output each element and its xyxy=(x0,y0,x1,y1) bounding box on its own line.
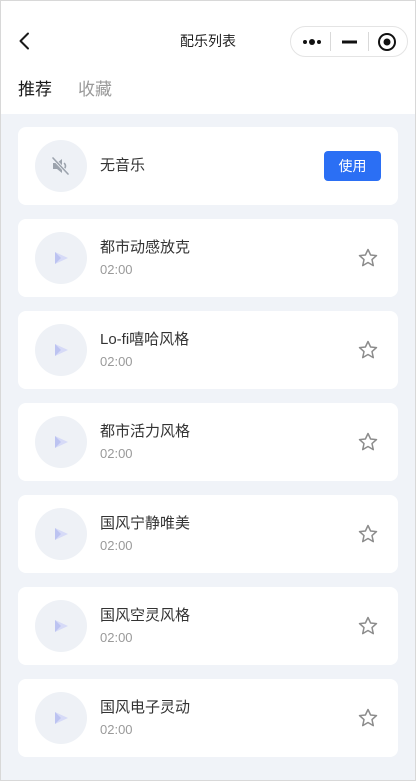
play-icon xyxy=(55,528,68,540)
track-card[interactable]: 都市动感放克 02:00 xyxy=(18,219,398,297)
star-outline-icon xyxy=(358,432,378,451)
capsule-divider xyxy=(330,32,331,51)
favorite-button[interactable] xyxy=(357,523,379,545)
play-icon xyxy=(55,620,68,632)
back-button[interactable] xyxy=(13,29,35,53)
star-outline-icon xyxy=(358,616,378,635)
track-title: 都市活力风格 xyxy=(100,423,191,440)
play-preview-button[interactable] xyxy=(35,324,87,376)
track-card[interactable]: 国风空灵风格 02:00 xyxy=(18,587,398,665)
music-list: 无音乐 使用 都市动感放克 02:00 Lo-fi嘻哈风格 02:00 都市活力… xyxy=(18,127,398,757)
track-card[interactable]: 国风宁静唯美 02:00 xyxy=(18,495,398,573)
capsule-divider xyxy=(368,32,369,51)
play-preview-button[interactable] xyxy=(35,416,87,468)
track-duration: 02:00 xyxy=(100,262,133,277)
use-button[interactable]: 使用 xyxy=(324,151,381,181)
chevron-left-icon xyxy=(19,32,29,50)
minus-icon xyxy=(341,40,357,43)
star-outline-icon xyxy=(358,708,378,727)
track-duration: 02:00 xyxy=(100,722,133,737)
track-card[interactable]: 国风电子灵动 02:00 xyxy=(18,679,398,757)
play-icon xyxy=(55,344,68,356)
track-title: 国风空灵风格 xyxy=(100,607,191,624)
play-icon xyxy=(55,712,68,724)
page-title: 配乐列表 xyxy=(180,33,236,49)
mini-program-window: 配乐列表 推荐 收藏 无音乐 使用 都市动感放克 02:00 Lo-fi嘻哈风格… xyxy=(0,0,416,781)
star-outline-icon xyxy=(358,248,378,267)
favorite-button[interactable] xyxy=(357,339,379,361)
target-icon xyxy=(378,32,396,51)
no-music-label: 无音乐 xyxy=(100,157,146,174)
track-title: 国风宁静唯美 xyxy=(100,515,191,532)
nav-bar: 配乐列表 xyxy=(0,0,416,66)
star-outline-icon xyxy=(358,340,378,359)
mute-speaker-icon xyxy=(51,156,70,176)
category-tabs: 推荐 收藏 xyxy=(0,66,416,114)
track-card[interactable]: Lo-fi嘻哈风格 02:00 xyxy=(18,311,398,389)
track-title: 国风电子灵动 xyxy=(100,699,191,716)
music-list-area: 无音乐 使用 都市动感放克 02:00 Lo-fi嘻哈风格 02:00 都市活力… xyxy=(0,114,416,781)
favorite-button[interactable] xyxy=(357,431,379,453)
no-music-card[interactable]: 无音乐 使用 xyxy=(18,127,398,205)
track-title: 都市动感放克 xyxy=(100,239,191,256)
track-title: Lo-fi嘻哈风格 xyxy=(100,331,190,348)
tab-favorites[interactable]: 收藏 xyxy=(78,78,112,102)
music-cover xyxy=(35,140,87,192)
track-duration: 02:00 xyxy=(100,354,133,369)
play-icon xyxy=(55,252,68,264)
tab-recommended[interactable]: 推荐 xyxy=(18,78,52,102)
track-duration: 02:00 xyxy=(100,630,133,645)
track-duration: 02:00 xyxy=(100,446,133,461)
favorite-button[interactable] xyxy=(357,707,379,729)
play-preview-button[interactable] xyxy=(35,232,87,284)
star-outline-icon xyxy=(358,524,378,543)
track-duration: 02:00 xyxy=(100,538,133,553)
favorite-button[interactable] xyxy=(357,615,379,637)
play-preview-button[interactable] xyxy=(35,692,87,744)
play-icon xyxy=(55,436,68,448)
more-button[interactable] xyxy=(297,27,327,56)
play-preview-button[interactable] xyxy=(35,600,87,652)
minimize-button[interactable] xyxy=(334,27,364,56)
play-preview-button[interactable] xyxy=(35,508,87,560)
close-button[interactable] xyxy=(372,27,402,56)
track-card[interactable]: 都市活力风格 02:00 xyxy=(18,403,398,481)
more-dots-icon xyxy=(303,38,321,45)
favorite-button[interactable] xyxy=(357,247,379,269)
capsule-menu xyxy=(290,26,408,57)
